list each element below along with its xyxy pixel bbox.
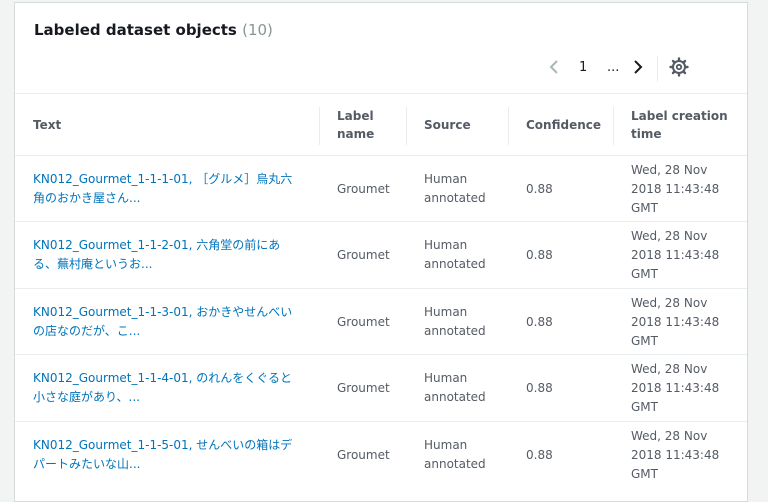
pagination-divider (657, 56, 658, 82)
confidence-cell: 0.88 (526, 448, 553, 462)
gear-icon (669, 57, 689, 77)
source-cell: Human annotated (424, 371, 486, 404)
confidence-cell: 0.88 (526, 381, 553, 395)
panel-title-text: Labeled dataset objects (34, 21, 237, 39)
source-cell: Human annotated (424, 172, 486, 205)
creation-time-cell: Wed, 28 Nov 2018 11:43:48 GMT (631, 163, 720, 215)
creation-time-cell: Wed, 28 Nov 2018 11:43:48 GMT (631, 229, 720, 281)
column-divider (508, 107, 509, 145)
pagination-ellipsis: ... (607, 60, 620, 75)
column-header-label-name[interactable]: Label name (337, 107, 397, 143)
creation-time-cell: Wed, 28 Nov 2018 11:43:48 GMT (631, 429, 720, 481)
creation-time-cell: Wed, 28 Nov 2018 11:43:48 GMT (631, 296, 720, 348)
label-name-cell: Groumet (337, 182, 390, 196)
next-page-button[interactable] (631, 58, 645, 76)
confidence-cell: 0.88 (526, 315, 553, 329)
source-cell: Human annotated (424, 305, 486, 338)
object-text-link[interactable]: KN012_Gourmet_1-1-3-01, おかきやせんべいの店なのだが、こ… (33, 303, 303, 341)
object-text-link[interactable]: KN012_Gourmet_1-1-1-01, ［グルメ］烏丸六角のおかき屋さん… (33, 170, 303, 208)
confidence-cell: 0.88 (526, 182, 553, 196)
table-settings-button[interactable] (669, 57, 689, 77)
table-row: KN012_Gourmet_1-1-1-01, ［グルメ］烏丸六角のおかき屋さん… (15, 155, 747, 221)
column-divider (613, 107, 614, 145)
panel-title: Labeled dataset objects (10) (34, 21, 273, 39)
source-cell: Human annotated (424, 438, 486, 471)
labeled-dataset-objects-panel: Labeled dataset objects (10) 1 ... Text … (14, 2, 748, 502)
page-number-1[interactable]: 1 (579, 60, 587, 75)
object-text-link[interactable]: KN012_Gourmet_1-1-5-01, せんべいの箱はデパートみたいな山… (33, 436, 303, 474)
object-text-link[interactable]: KN012_Gourmet_1-1-2-01, 六角堂の前にある、蕪村庵というお… (33, 236, 303, 274)
column-header-label-creation-time[interactable]: Label creation time (631, 107, 731, 143)
label-name-cell: Groumet (337, 448, 390, 462)
table-row: KN012_Gourmet_1-1-4-01, のれんをくぐると小さな庭があり、… (15, 354, 747, 420)
column-header-text[interactable]: Text (33, 116, 61, 134)
object-text-link[interactable]: KN012_Gourmet_1-1-4-01, のれんをくぐると小さな庭があり、… (33, 369, 303, 407)
pagination: 1 ... (547, 50, 747, 84)
column-divider (406, 107, 407, 145)
column-header-confidence[interactable]: Confidence (526, 116, 601, 134)
table-row: KN012_Gourmet_1-1-2-01, 六角堂の前にある、蕪村庵というお… (15, 221, 747, 287)
confidence-cell: 0.88 (526, 248, 553, 262)
creation-time-cell: Wed, 28 Nov 2018 11:43:48 GMT (631, 362, 720, 414)
chevron-left-icon (549, 60, 558, 74)
prev-page-button[interactable] (547, 58, 561, 76)
table-row: KN012_Gourmet_1-1-5-01, せんべいの箱はデパートみたいな山… (15, 421, 747, 487)
chevron-right-icon (634, 60, 643, 74)
column-header-source[interactable]: Source (424, 116, 471, 134)
label-name-cell: Groumet (337, 381, 390, 395)
object-count: (10) (242, 21, 273, 39)
table-row: KN012_Gourmet_1-1-3-01, おかきやせんべいの店なのだが、こ… (15, 288, 747, 354)
column-divider (319, 107, 320, 145)
source-cell: Human annotated (424, 238, 486, 271)
label-name-cell: Groumet (337, 315, 390, 329)
table-top-border (15, 93, 747, 94)
label-name-cell: Groumet (337, 248, 390, 262)
